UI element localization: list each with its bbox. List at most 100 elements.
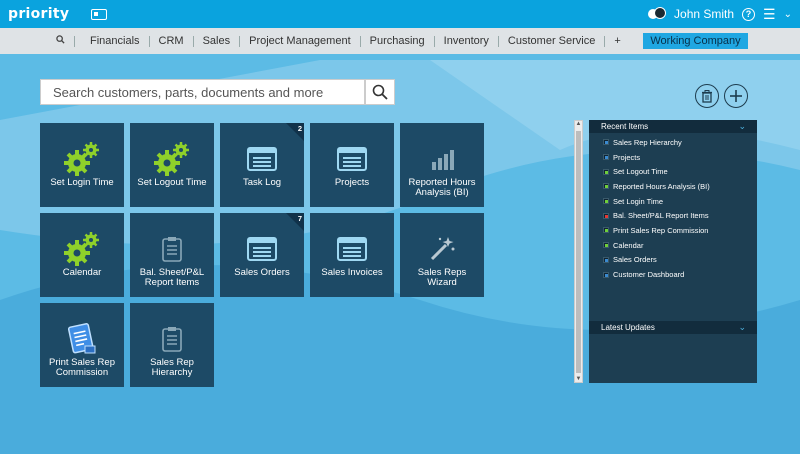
tiles-scrollbar[interactable]: ▲ ▼	[574, 120, 583, 383]
recent-items-header[interactable]: Recent Items ⌄	[589, 120, 757, 133]
tile-task-log[interactable]: Task Log 2	[220, 123, 304, 207]
form-status-icon	[603, 227, 609, 234]
add-button[interactable]	[724, 84, 748, 108]
help-icon[interactable]: ?	[742, 7, 756, 21]
tile-set-logout-time[interactable]: Set Logout Time	[130, 123, 214, 207]
recent-item[interactable]: Sales Orders	[603, 253, 757, 268]
user-avatar-icon[interactable]	[648, 7, 667, 21]
recent-item[interactable]: Sales Rep Hierarchy	[603, 135, 757, 150]
nav-item-crm[interactable]: CRM	[150, 35, 194, 47]
gears-icon	[40, 231, 124, 267]
tile-print-sales-rep-commission[interactable]: Print Sales Rep Commission	[40, 303, 124, 387]
form-status-icon	[603, 271, 609, 278]
recent-item[interactable]: Set Logout Time	[603, 164, 757, 179]
form-status-icon	[603, 139, 609, 146]
recent-item[interactable]: Calendar	[603, 238, 757, 253]
tile-label: Task Log	[242, 177, 282, 188]
nav-item-project-management[interactable]: Project Management	[240, 35, 361, 47]
recent-item-label: Bal. Sheet/P&L Report Items	[613, 211, 709, 221]
chevron-down-icon[interactable]: ⌄	[738, 120, 746, 133]
recent-item-label: Sales Orders	[613, 255, 657, 265]
nav-item-purchasing[interactable]: Purchasing	[361, 35, 435, 47]
tile-label: Projects	[334, 177, 370, 188]
form-status-icon	[603, 154, 609, 161]
tile-label: Calendar	[62, 267, 102, 278]
form-icon	[310, 231, 394, 267]
clipboard-icon	[130, 321, 214, 357]
nav-item-inventory[interactable]: Inventory	[435, 35, 499, 47]
recent-item-label: Customer Dashboard	[613, 270, 685, 280]
chevron-down-icon[interactable]: ⌄	[738, 321, 746, 334]
tile-label: Sales Rep Hierarchy	[150, 357, 194, 378]
recent-item[interactable]: Print Sales Rep Commission	[603, 223, 757, 238]
form-icon	[310, 141, 394, 177]
tile-label: Set Logout Time	[137, 177, 207, 188]
recent-item-label: Set Logout Time	[613, 167, 668, 177]
nav-item-customer-service[interactable]: Customer Service	[499, 35, 606, 47]
badge-count: 2	[297, 124, 302, 133]
recent-item-label: Calendar	[613, 240, 644, 250]
tile-calendar[interactable]: Calendar	[40, 213, 124, 297]
form-status-icon	[603, 168, 609, 175]
tile-bal-sheet-p-l-report-items[interactable]: Bal. Sheet/P&L Report Items	[130, 213, 214, 297]
badge-count: 7	[297, 214, 302, 223]
search-input[interactable]: Search customers, parts, documents and m…	[40, 79, 365, 105]
form-icon	[220, 231, 304, 267]
chevron-down-icon[interactable]: ⌄	[784, 9, 792, 20]
module-nav: Financials CRM Sales Project Management …	[0, 28, 800, 54]
recent-item-label: Sales Rep Hierarchy	[613, 137, 682, 147]
tile-sales-invoices[interactable]: Sales Invoices	[310, 213, 394, 297]
form-status-icon	[603, 212, 609, 219]
recent-item-label: Print Sales Rep Commission	[613, 225, 709, 235]
tile-sales-reps-wizard[interactable]: Sales Reps Wizard	[400, 213, 484, 297]
tile-label: Bal. Sheet/P&L Report Items	[139, 267, 205, 288]
delete-button[interactable]	[695, 84, 719, 108]
nav-add-button[interactable]: +	[605, 35, 629, 47]
nav-divider	[74, 35, 75, 47]
document-icon	[40, 321, 124, 357]
scroll-down-icon[interactable]: ▼	[575, 376, 582, 382]
tile-projects[interactable]: Projects	[310, 123, 394, 207]
tile-set-login-time[interactable]: Set Login Time	[40, 123, 124, 207]
tile-label: Print Sales Rep Commission	[48, 357, 115, 378]
gears-icon	[130, 141, 214, 177]
tile-label: Sales Invoices	[321, 267, 383, 278]
tile-label: Reported Hours Analysis (BI)	[408, 177, 476, 198]
wand-icon	[400, 231, 484, 267]
scroll-up-icon[interactable]: ▲	[575, 121, 582, 127]
nav-item-financials[interactable]: Financials	[81, 35, 150, 47]
tile-label: Sales Reps Wizard	[417, 267, 467, 288]
tile-label: Set Login Time	[50, 177, 114, 188]
search-button[interactable]	[365, 79, 395, 105]
recent-item[interactable]: Projects	[603, 150, 757, 165]
form-status-icon	[603, 242, 609, 249]
trash-icon	[702, 89, 712, 103]
nav-search-icon[interactable]	[56, 35, 68, 47]
tile-sales-orders[interactable]: Sales Orders 7	[220, 213, 304, 297]
tile-label: Sales Orders	[234, 267, 290, 278]
priority-logo[interactable]: priority	[8, 6, 69, 22]
plus-icon	[730, 90, 742, 102]
recent-item[interactable]: Set Login Time	[603, 194, 757, 209]
user-name[interactable]: John Smith	[674, 7, 734, 21]
form-status-icon	[603, 256, 609, 263]
latest-updates-header[interactable]: Latest Updates ⌄	[589, 321, 757, 334]
form-status-icon	[603, 198, 609, 205]
tile-sales-rep-hierarchy[interactable]: Sales Rep Hierarchy	[130, 303, 214, 387]
nav-item-sales[interactable]: Sales	[194, 35, 241, 47]
recent-item[interactable]: Customer Dashboard	[603, 267, 757, 282]
recent-item-label: Reported Hours Analysis (BI)	[613, 181, 710, 191]
recent-items-title: Recent Items	[601, 122, 649, 131]
recent-item[interactable]: Reported Hours Analysis (BI)	[603, 179, 757, 194]
scroll-thumb[interactable]	[576, 131, 581, 373]
working-company-button[interactable]: Working Company	[643, 33, 748, 49]
top-bar: priority John Smith ? ☰ ⌄	[0, 0, 800, 28]
side-panel: Recent Items ⌄ Sales Rep Hierarchy Projec…	[589, 120, 757, 383]
tile-reported-hours-analysis-bi[interactable]: Reported Hours Analysis (BI)	[400, 123, 484, 207]
recent-item[interactable]: Bal. Sheet/P&L Report Items	[603, 208, 757, 223]
user-area: John Smith ? ☰ ⌄	[648, 7, 792, 21]
id-card-icon[interactable]	[91, 8, 108, 20]
recent-items-list: Sales Rep Hierarchy Projects Set Logout Ti…	[589, 133, 757, 282]
recent-item-label: Projects	[613, 152, 641, 162]
hamburger-menu-icon[interactable]: ☰	[763, 7, 776, 21]
